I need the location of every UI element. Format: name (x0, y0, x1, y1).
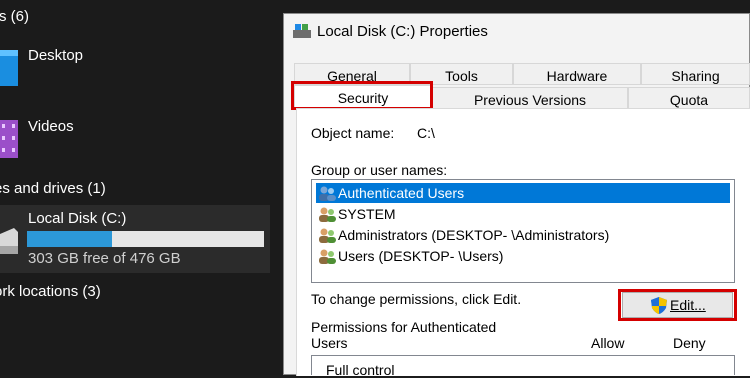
user-name: Administrators (DESKTOP- \Administrators… (338, 227, 610, 243)
list-item[interactable]: SYSTEM (316, 204, 730, 224)
drive-icon (0, 228, 18, 254)
drive-title-icon (293, 24, 311, 38)
user-name: Users (DESKTOP- \Users) (338, 248, 504, 264)
list-item[interactable]: Administrators (DESKTOP- \Administrators… (316, 225, 730, 245)
videos-label: Videos (28, 118, 74, 135)
group-label: Group or user names: (311, 162, 448, 178)
user-name: SYSTEM (338, 206, 396, 222)
drive-name: Local Disk (C:) (28, 210, 127, 227)
object-name-label: Object name: (311, 125, 395, 141)
tab-sharing[interactable]: Sharing (641, 63, 750, 85)
folders-header: rs (6) (0, 8, 29, 25)
drive-usage-bar (27, 231, 264, 247)
users-icon (319, 207, 336, 222)
dialog-title: Local Disk (C:) Properties (317, 23, 488, 40)
change-permissions-text: To change permissions, click Edit. (311, 291, 522, 307)
permissions-list: Full control (311, 355, 735, 378)
allow-column-header: Allow (591, 335, 625, 351)
desktop-folder-icon (0, 50, 18, 86)
videos-folder-icon (0, 120, 18, 158)
security-tab-highlight (291, 81, 433, 110)
drive-usage-fill (27, 231, 113, 247)
tab-quota[interactable]: Quota (628, 87, 750, 109)
devices-header: es and drives (1) (0, 180, 106, 197)
edit-button-highlight (618, 289, 737, 321)
users-icon (319, 186, 336, 201)
object-name-value: C:\ (417, 125, 435, 141)
users-icon (319, 228, 336, 243)
user-name: Authenticated Users (338, 185, 465, 201)
tab-hardware[interactable]: Hardware (513, 63, 641, 85)
deny-column-header: Deny (673, 335, 706, 351)
permissions-label: Permissions for Authenticated (311, 319, 497, 335)
permission-row-label: Full control (326, 362, 395, 378)
list-item[interactable]: Authenticated Users (316, 183, 730, 203)
network-header: ork locations (3) (0, 283, 101, 300)
desktop-label: Desktop (28, 47, 84, 64)
list-item[interactable]: Users (DESKTOP- \Users) (316, 246, 730, 266)
permissions-label-user: Users (311, 335, 348, 351)
drive-free-text: 303 GB free of 476 GB (28, 250, 181, 267)
tab-previous-versions[interactable]: Previous Versions (432, 87, 628, 109)
users-icon (319, 249, 336, 264)
